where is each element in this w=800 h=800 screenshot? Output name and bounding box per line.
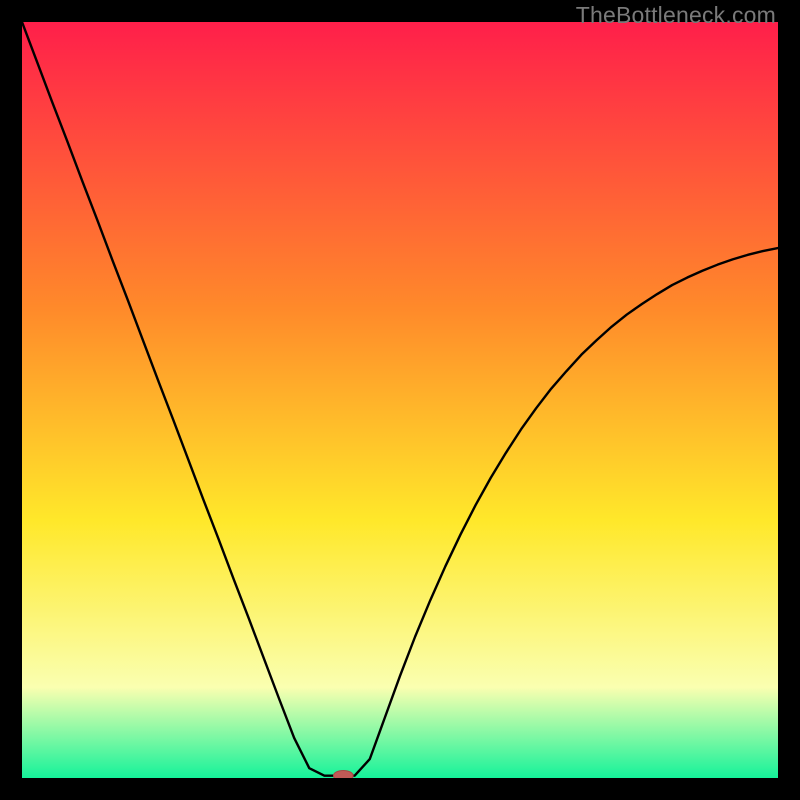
watermark-label: TheBottleneck.com <box>576 2 776 29</box>
optimum-marker <box>333 770 353 778</box>
gradient-background <box>22 22 778 778</box>
bottleneck-chart <box>22 22 778 778</box>
chart-frame <box>22 22 778 778</box>
